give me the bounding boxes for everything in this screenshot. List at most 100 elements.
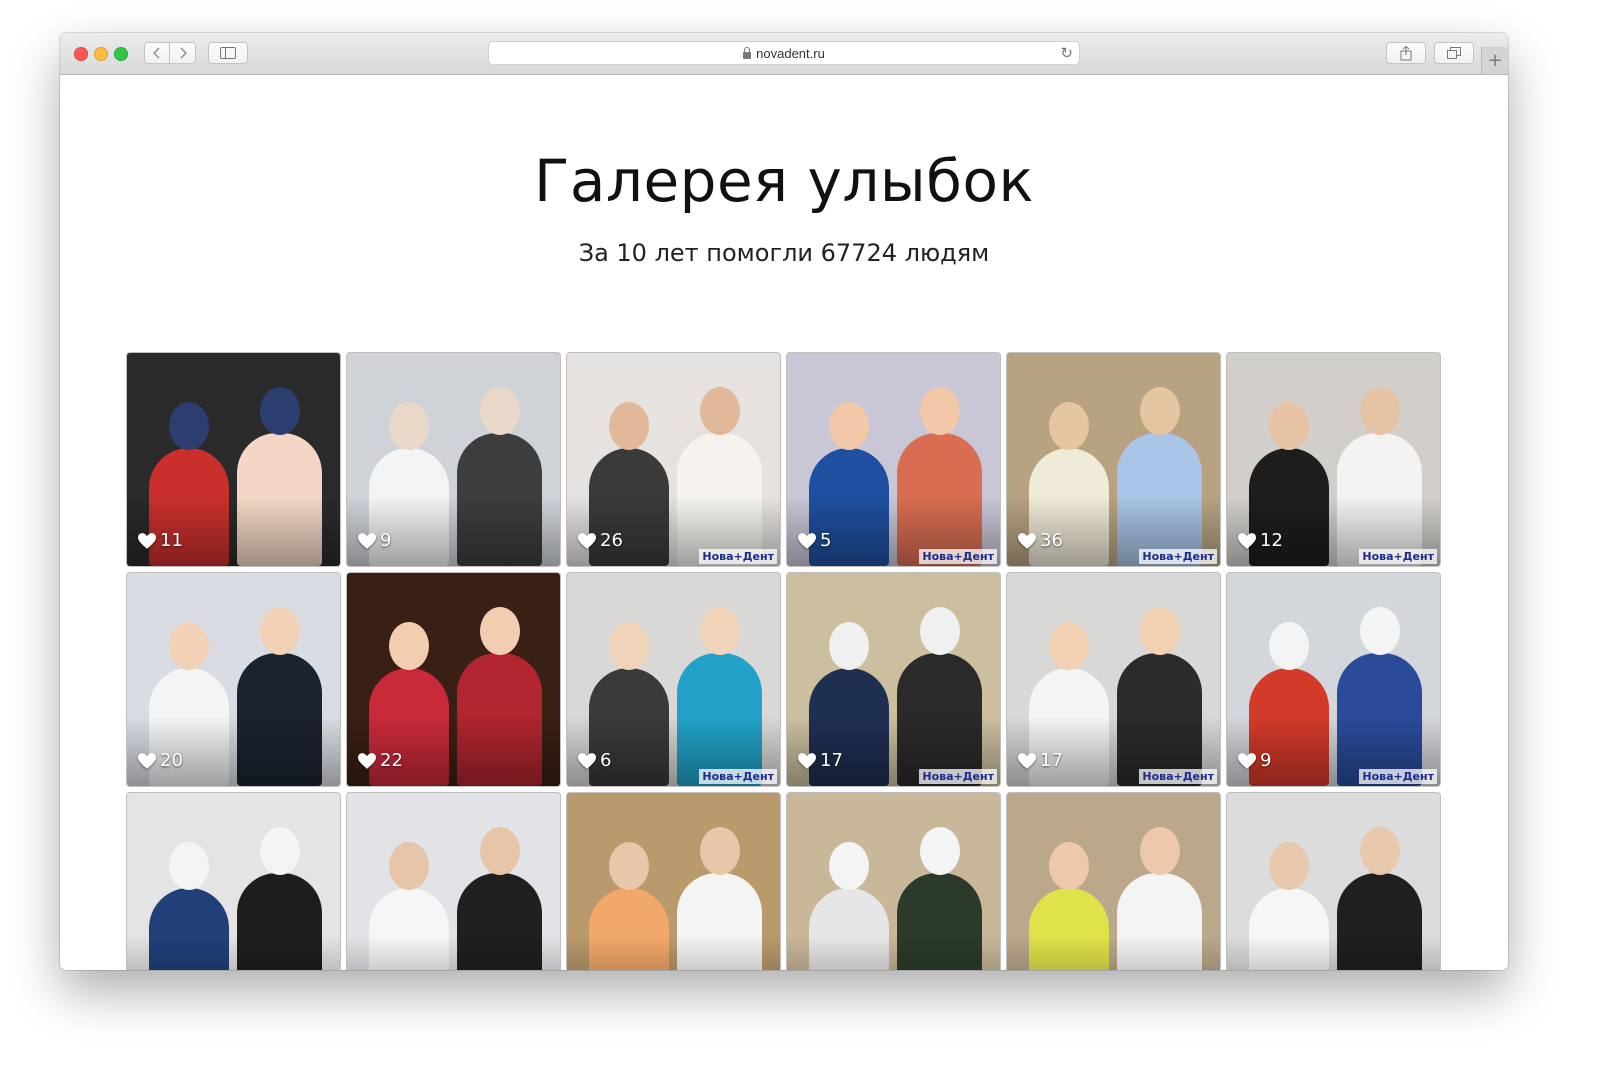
like-counter[interactable]: 5 [798,530,831,551]
like-counter[interactable]: 6 [578,750,611,771]
history-nav [144,42,196,64]
close-window-button[interactable] [74,47,88,61]
share-icon [1400,45,1412,60]
photo-person-head [609,402,649,450]
gallery-tile[interactable]: 26 Нова+Дент [567,353,780,566]
photo-person-head [609,842,649,890]
like-count: 11 [160,530,183,551]
photo-gradient [347,936,560,970]
gallery-tile[interactable]: 36 Нова+Дент [1007,353,1220,566]
like-counter[interactable]: 9 [1238,750,1271,771]
browser-window: novadent.ru ↻ + Галерея улыбок За 10 лет… [60,33,1508,970]
gallery-tile[interactable]: 41 [1227,793,1440,970]
like-counter[interactable]: 12 [1238,530,1283,551]
address-bar[interactable]: novadent.ru ↻ [488,41,1080,65]
like-count: 12 [1260,530,1283,551]
photo-gradient [1007,936,1220,970]
heart-icon [1238,532,1256,549]
gallery-tile[interactable]: 9 Нова+Дент [1227,573,1440,786]
photo-gradient [1227,936,1440,970]
page-content: Галерея улыбок За 10 лет помогли 67724 л… [60,75,1508,970]
like-count: 9 [1260,750,1272,771]
plus-icon: + [1487,50,1503,71]
reload-icon[interactable]: ↻ [1060,44,1073,62]
like-counter[interactable]: 9 [358,530,391,551]
gallery-tile[interactable]: 9 [347,353,560,566]
address-text: novadent.ru [756,45,825,61]
photo-gradient [567,936,780,970]
gallery-tile[interactable]: 17 Нова+Дент [787,573,1000,786]
page-title: Галерея улыбок [534,147,1034,215]
new-tab-button[interactable]: + [1481,47,1508,74]
sidebar-button[interactable] [208,42,248,64]
photo-person-head [1139,387,1180,435]
gallery-tile[interactable]: 12Нова+Дент [1007,793,1220,970]
heart-icon [798,532,816,549]
tabs-button[interactable] [1434,42,1474,64]
smile-gallery: 11 9 26 Нова+Дент 5 Нова+Дент 36 Нова+Дент 12 Нов… [127,353,1441,970]
photo-person-head [259,387,300,435]
like-count: 5 [820,530,832,551]
like-count: 17 [1040,750,1063,771]
photo-person-head [479,387,520,435]
photo-person-head [699,607,740,655]
gallery-tile[interactable]: 12Нова+Дент [1227,353,1440,566]
minimize-window-button[interactable] [94,47,108,61]
photo-person-head [479,827,520,875]
gallery-tile[interactable]: 13Нова+Дент [787,793,1000,970]
like-count: 26 [600,530,623,551]
gallery-tile[interactable]: 11 [127,353,340,566]
zoom-window-button[interactable] [114,47,128,61]
photo-person-head [829,622,869,670]
photo-person-head [829,842,869,890]
photo-person-head [919,607,960,655]
gallery-tile[interactable]: 22 [347,573,560,786]
photo-person-head [919,387,960,435]
gallery-tile[interactable]: 16Нова+Дент [567,793,780,970]
chevron-right-icon [179,47,187,59]
photo-person-head [1269,842,1309,890]
photo-person-head [389,622,429,670]
brand-watermark: Нова+Дент [699,549,777,564]
photo-person-head [699,387,740,435]
photo-person-head [1049,842,1089,890]
browser-toolbar: novadent.ru ↻ + [60,33,1508,75]
photo-person-head [1139,827,1180,875]
heart-icon [1018,532,1036,549]
brand-watermark: Нова+Дент [919,549,997,564]
heart-icon [138,532,156,549]
back-button[interactable] [144,42,170,64]
heart-icon [138,752,156,769]
like-counter[interactable]: 26 [578,530,623,551]
heart-icon [798,752,816,769]
gallery-tile[interactable]: 22Нова+Дент [347,793,560,970]
page-subtitle: За 10 лет помогли 67724 людям [578,239,990,267]
like-count: 17 [820,750,843,771]
photo-person-head [1359,387,1400,435]
heart-icon [358,532,376,549]
photo-person-head [169,622,209,670]
like-counter[interactable]: 36 [1018,530,1063,551]
photo-person-head [1139,607,1180,655]
photo-person-head [829,402,869,450]
like-counter[interactable]: 20 [138,750,183,771]
photo-person-head [609,622,649,670]
gallery-tile[interactable]: 9 [127,793,340,970]
forward-button[interactable] [170,42,196,64]
brand-watermark: Нова+Дент [1359,769,1437,784]
brand-watermark: Нова+Дент [699,769,777,784]
gallery-tile[interactable]: 5 Нова+Дент [787,353,1000,566]
photo-gradient [127,936,340,970]
like-counter[interactable]: 22 [358,750,403,771]
gallery-tile[interactable]: 17 Нова+Дент [1007,573,1220,786]
gallery-tile[interactable]: 20 [127,573,340,786]
chevron-left-icon [153,47,160,59]
like-counter[interactable]: 11 [138,530,183,551]
like-counter[interactable]: 17 [798,750,843,771]
share-button[interactable] [1386,42,1426,64]
heart-icon [578,752,596,769]
like-count: 9 [380,530,392,551]
like-counter[interactable]: 17 [1018,750,1063,771]
gallery-tile[interactable]: 6 Нова+Дент [567,573,780,786]
photo-person-head [1049,402,1089,450]
